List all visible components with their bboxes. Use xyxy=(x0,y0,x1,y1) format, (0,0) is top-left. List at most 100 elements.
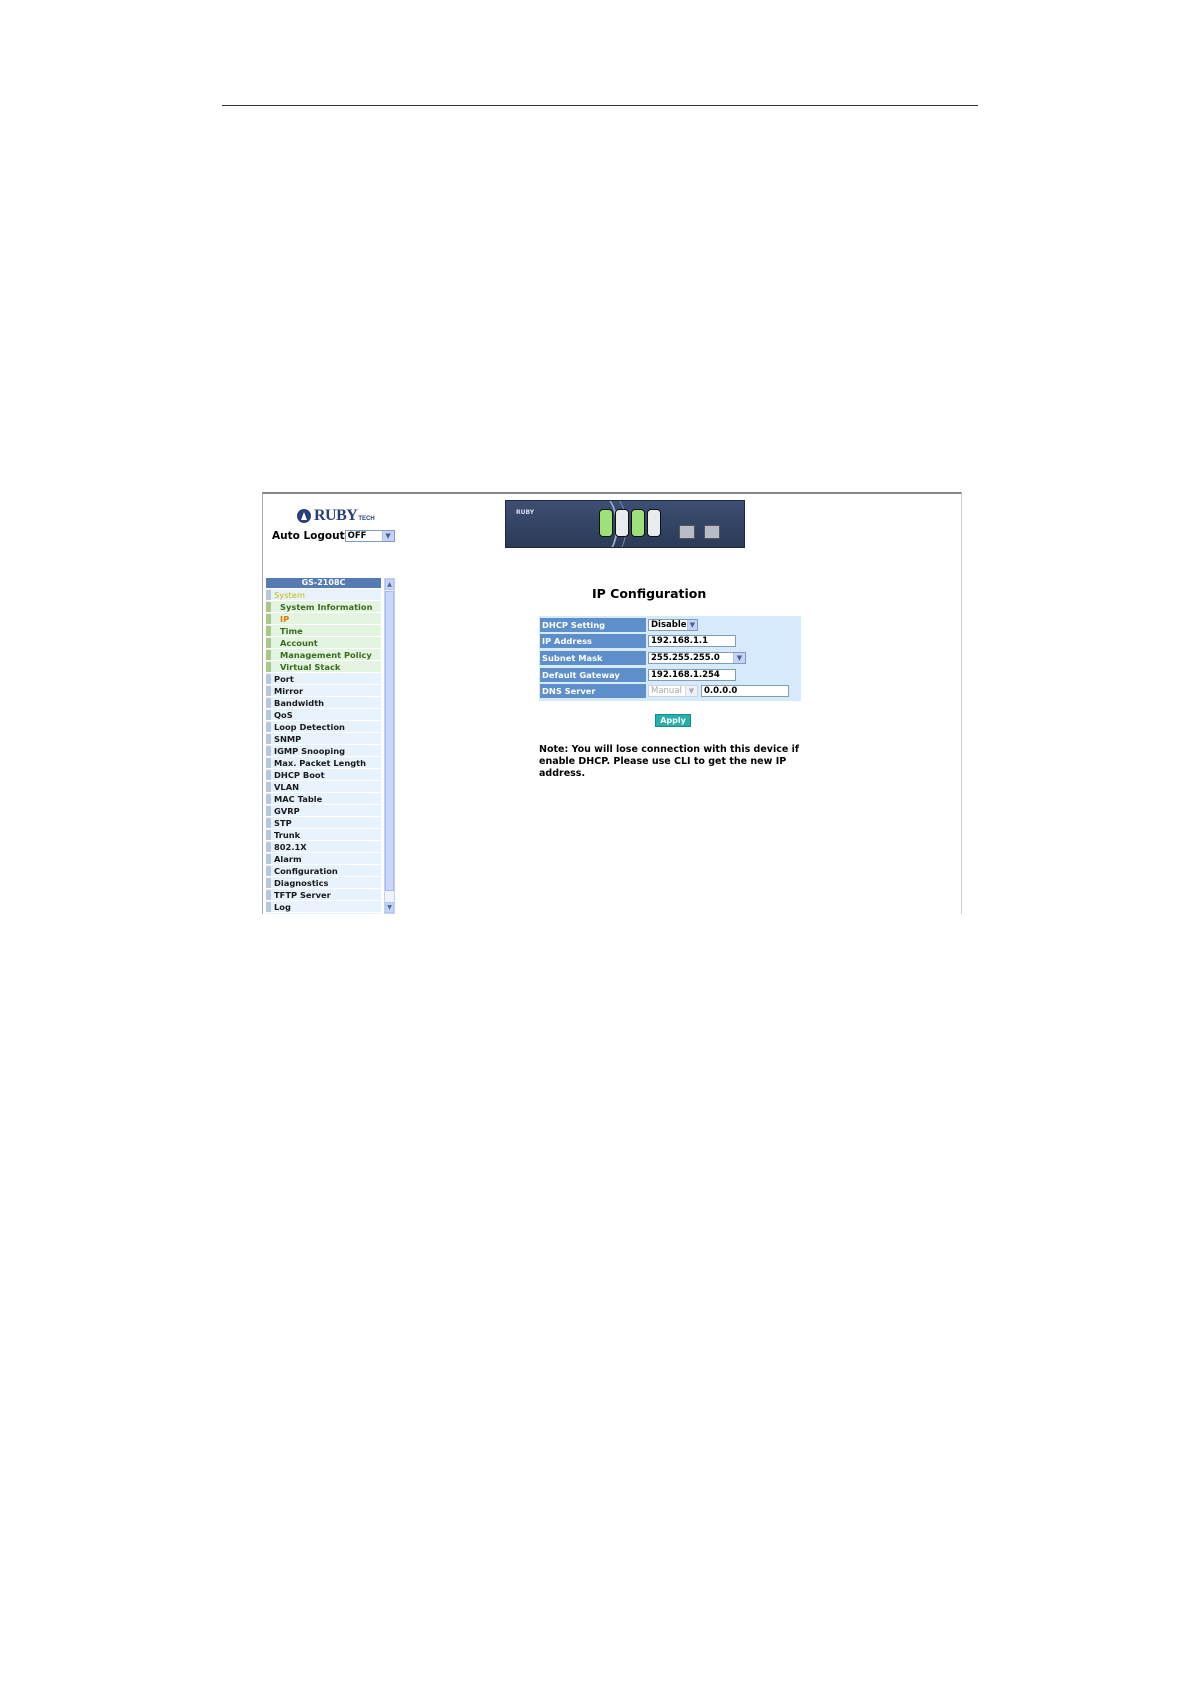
dhcp-warning-note: Note: You will lose connection with this… xyxy=(539,744,799,779)
sidebar-item-label: Time xyxy=(280,625,303,636)
switch-port-1[interactable] xyxy=(599,509,613,537)
scrollbar-thumb[interactable] xyxy=(385,591,394,891)
chevron-down-icon[interactable]: ▼ xyxy=(685,686,697,697)
dns-server-row: DNS Server Manual ▼ 0.0.0.0 xyxy=(540,683,800,699)
page-title: IP Configuration xyxy=(592,586,707,601)
sidebar-item-label: VLAN xyxy=(274,781,300,792)
sidebar-item-label: IGMP Snooping xyxy=(274,745,346,756)
sidebar-item-label: Log xyxy=(274,901,291,912)
sidebar-item-port[interactable]: Port xyxy=(266,673,381,685)
sidebar-item-trunk[interactable]: Trunk xyxy=(266,829,381,841)
browser-screenshot: RUBY TECH Auto Logout OFF ▼ RUBY GS-2108… xyxy=(262,492,962,914)
sidebar-item-label: Account xyxy=(280,637,318,648)
sidebar-item-label: 802.1X xyxy=(274,841,307,852)
ip-address-input[interactable]: 192.168.1.1 xyxy=(648,635,736,648)
sidebar-item-log[interactable]: Log xyxy=(266,901,381,913)
dns-mode-select[interactable]: Manual ▼ xyxy=(648,685,698,698)
sidebar-item-management-policy[interactable]: Management Policy xyxy=(266,649,381,661)
sidebar-item-label: Loop Detection xyxy=(274,721,345,732)
sidebar-item-stp[interactable]: STP xyxy=(266,817,381,829)
sidebar-item-firmware-upgrade[interactable]: Firmware Upgrade xyxy=(266,913,381,914)
sidebar-item-time[interactable]: Time xyxy=(266,625,381,637)
switch-front-panel-image: RUBY xyxy=(505,500,745,548)
sidebar-item-marker xyxy=(266,817,271,828)
sidebar-item-marker xyxy=(266,757,271,768)
sidebar-item-system[interactable]: System xyxy=(266,589,381,601)
sidebar-item-tftp-server[interactable]: TFTP Server xyxy=(266,889,381,901)
logo-text: RUBY xyxy=(314,507,358,524)
subnet-mask-label: Subnet Mask xyxy=(540,650,646,665)
dns-mode-value: Manual xyxy=(651,686,682,697)
dns-server-label: DNS Server xyxy=(540,684,646,699)
sidebar-item-marker xyxy=(266,721,271,732)
sidebar-item-system-information[interactable]: System Information xyxy=(266,601,381,613)
panel-brand-text: RUBY xyxy=(516,509,535,516)
sidebar-item-vlan[interactable]: VLAN xyxy=(266,781,381,793)
sidebar-item-diagnostics[interactable]: Diagnostics xyxy=(266,877,381,889)
chevron-down-icon[interactable]: ▼ xyxy=(686,619,697,630)
subnet-mask-row: Subnet Mask 255.255.255.0 ▼ xyxy=(540,650,800,666)
sidebar-item-marker xyxy=(266,709,271,720)
sidebar-item-max-packet-length[interactable]: Max. Packet Length xyxy=(266,757,381,769)
sidebar-item-loop-detection[interactable]: Loop Detection xyxy=(266,721,381,733)
sidebar-item-ip[interactable]: IP xyxy=(266,613,381,625)
switch-port-4[interactable] xyxy=(647,509,661,537)
dns-server-input[interactable]: 0.0.0.0 xyxy=(701,685,789,698)
sidebar-item-snmp[interactable]: SNMP xyxy=(266,733,381,745)
switch-sfp-port-2[interactable] xyxy=(704,525,720,539)
page-header-rule xyxy=(222,105,978,106)
sidebar-item-alarm[interactable]: Alarm xyxy=(266,853,381,865)
ruby-tech-logo: RUBY TECH xyxy=(297,506,375,526)
sidebar-item-marker xyxy=(266,889,271,900)
sidebar-item-marker xyxy=(266,805,271,816)
sidebar-item-label: Firmware Upgrade xyxy=(274,914,361,915)
sidebar-item-marker xyxy=(266,673,271,684)
ip-address-label: IP Address xyxy=(540,634,646,649)
switch-sfp-port-1[interactable] xyxy=(679,525,695,539)
scroll-up-icon[interactable]: ▲ xyxy=(385,579,394,590)
sidebar-item-marker xyxy=(266,877,271,888)
chevron-down-icon[interactable]: ▼ xyxy=(733,652,745,663)
sidebar-item-label: SNMP xyxy=(274,733,302,744)
sidebar-item-marker xyxy=(266,601,271,612)
ip-config-table: DHCP Setting Disable ▼ IP Address 192.16… xyxy=(539,616,801,701)
scroll-down-icon[interactable]: ▼ xyxy=(385,902,394,913)
sidebar-item-mirror[interactable]: Mirror xyxy=(266,685,381,697)
sidebar-item-label: TFTP Server xyxy=(274,889,331,900)
sidebar-item-marker xyxy=(266,865,271,876)
auto-logout-select[interactable]: OFF ▼ xyxy=(344,530,395,542)
switch-port-3[interactable] xyxy=(631,509,645,537)
sidebar-item-label: Virtual Stack xyxy=(280,661,341,672)
dhcp-setting-label: DHCP Setting xyxy=(540,617,646,632)
sidebar-item-marker xyxy=(266,853,271,864)
sidebar-item-gvrp[interactable]: GVRP xyxy=(266,805,381,817)
sidebar-item-label: Mirror xyxy=(274,685,304,696)
chevron-down-icon[interactable]: ▼ xyxy=(381,531,394,541)
sidebar-scrollbar[interactable]: ▲ ▼ xyxy=(384,578,395,914)
sidebar-item-marker xyxy=(266,781,271,792)
dhcp-setting-value: Disable xyxy=(651,619,687,630)
sidebar-item-qos[interactable]: QoS xyxy=(266,709,381,721)
sidebar-item-mac-table[interactable]: MAC Table xyxy=(266,793,381,805)
subnet-mask-select[interactable]: 255.255.255.0 ▼ xyxy=(648,651,746,664)
auto-logout-label: Auto Logout xyxy=(272,530,345,542)
sidebar-item-virtual-stack[interactable]: Virtual Stack xyxy=(266,661,381,673)
sidebar-item-label: QoS xyxy=(274,709,293,720)
sidebar-item-marker xyxy=(266,841,271,852)
sidebar-item-label: GVRP xyxy=(274,805,300,816)
sidebar-item-configuration[interactable]: Configuration xyxy=(266,865,381,877)
sidebar-model-header: GS-2108C xyxy=(266,578,381,588)
sidebar-item-marker xyxy=(266,649,271,660)
sidebar-item-igmp-snooping[interactable]: IGMP Snooping xyxy=(266,745,381,757)
dhcp-setting-row: DHCP Setting Disable ▼ xyxy=(540,617,800,633)
sidebar-item-802-1x[interactable]: 802.1X xyxy=(266,841,381,853)
dhcp-setting-select[interactable]: Disable ▼ xyxy=(648,618,698,631)
sidebar-item-label: MAC Table xyxy=(274,793,323,804)
sidebar-item-account[interactable]: Account xyxy=(266,637,381,649)
sidebar-item-dhcp-boot[interactable]: DHCP Boot xyxy=(266,769,381,781)
sidebar-item-label: DHCP Boot xyxy=(274,769,325,780)
default-gateway-input[interactable]: 192.168.1.254 xyxy=(648,668,736,681)
sidebar-item-bandwidth[interactable]: Bandwidth xyxy=(266,697,381,709)
apply-button[interactable]: Apply xyxy=(655,714,691,727)
switch-port-2[interactable] xyxy=(615,509,629,537)
